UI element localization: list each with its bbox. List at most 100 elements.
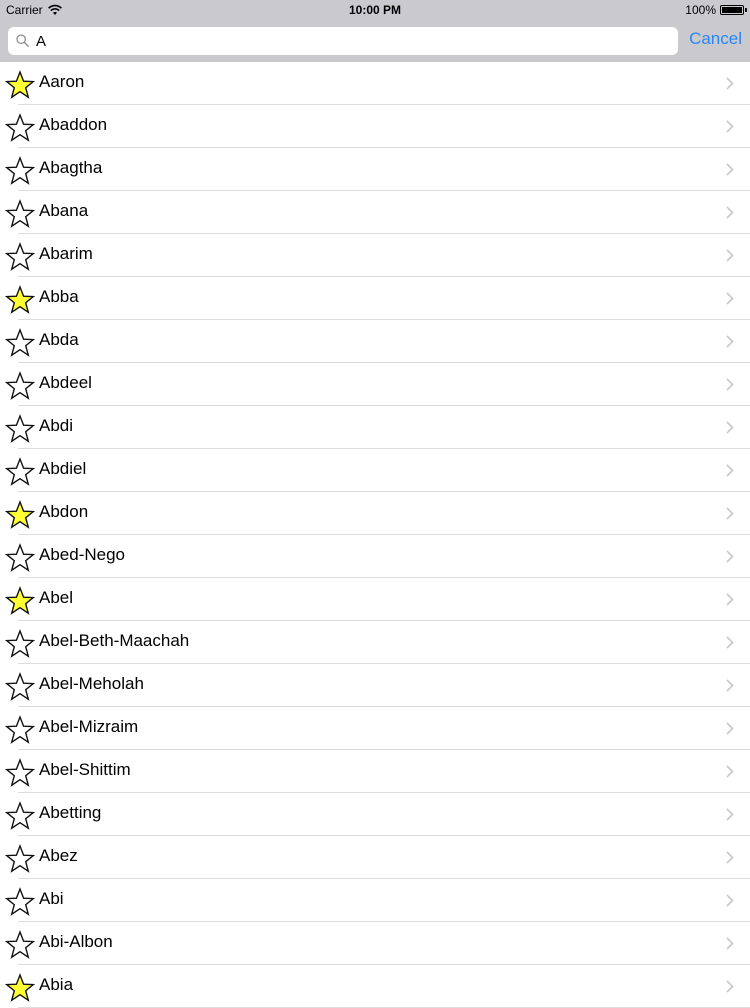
star-outline-icon[interactable] xyxy=(5,758,35,788)
chevron-right-icon xyxy=(726,378,734,391)
list-item[interactable]: Abdeel xyxy=(0,363,750,406)
chevron-right-icon xyxy=(726,335,734,348)
star-filled-icon[interactable] xyxy=(5,70,35,100)
list-item-label: Abba xyxy=(39,287,79,306)
search-header: Carrier 10:00 PM 100% Cancel xyxy=(0,0,750,62)
list-item-label: Abarim xyxy=(39,244,93,263)
star-outline-icon[interactable] xyxy=(5,371,35,401)
list-item[interactable]: Abetting xyxy=(0,793,750,836)
chevron-right-icon xyxy=(726,292,734,305)
list-item-label: Abi-Albon xyxy=(39,932,113,951)
star-outline-icon[interactable] xyxy=(5,457,35,487)
chevron-right-icon xyxy=(726,980,734,993)
star-outline-icon[interactable] xyxy=(5,801,35,831)
star-outline-icon[interactable] xyxy=(5,629,35,659)
list-item[interactable]: Abel-Meholah xyxy=(0,664,750,707)
list-item[interactable]: Abda xyxy=(0,320,750,363)
star-filled-icon[interactable] xyxy=(5,973,35,1003)
star-outline-icon[interactable] xyxy=(5,844,35,874)
status-bar: Carrier 10:00 PM 100% xyxy=(0,0,750,22)
list-item[interactable]: Abez xyxy=(0,836,750,879)
list-item[interactable]: Abel-Shittim xyxy=(0,750,750,793)
chevron-right-icon xyxy=(726,249,734,262)
chevron-right-icon xyxy=(726,120,734,133)
list-item-label: Abdiel xyxy=(39,459,87,478)
battery-icon xyxy=(720,5,747,15)
star-filled-icon[interactable] xyxy=(5,500,35,530)
status-time: 10:00 PM xyxy=(348,3,402,17)
chevron-right-icon xyxy=(726,679,734,692)
list-item-label: Abel-Meholah xyxy=(39,674,144,693)
star-outline-icon[interactable] xyxy=(5,199,35,229)
list-item[interactable]: Abba xyxy=(0,277,750,320)
list-item[interactable]: Abia xyxy=(0,965,750,1008)
search-input[interactable] xyxy=(36,30,666,52)
chevron-right-icon xyxy=(726,163,734,176)
list-item-label: Abaddon xyxy=(39,115,108,134)
star-outline-icon[interactable] xyxy=(5,715,35,745)
chevron-right-icon xyxy=(726,464,734,477)
chevron-right-icon xyxy=(726,636,734,649)
list-item-label: Abia xyxy=(39,975,74,994)
list-item-label: Abel-Mizraim xyxy=(39,717,139,736)
search-icon xyxy=(16,34,29,47)
star-outline-icon[interactable] xyxy=(5,887,35,917)
battery-level xyxy=(722,7,742,13)
star-outline-icon[interactable] xyxy=(5,414,35,444)
chevron-right-icon xyxy=(726,77,734,90)
status-right: 100% xyxy=(685,3,747,17)
star-filled-icon[interactable] xyxy=(5,285,35,315)
chevron-right-icon xyxy=(726,421,734,434)
star-outline-icon[interactable] xyxy=(5,543,35,573)
chevron-right-icon xyxy=(726,722,734,735)
name-list: Aaron Abaddon Abagtha Abana Abarim Abba Abda Ab… xyxy=(0,62,750,1008)
list-item[interactable]: Abi-Albon xyxy=(0,922,750,965)
list-item[interactable]: Abel-Mizraim xyxy=(0,707,750,750)
list-item-label: Abel-Shittim xyxy=(39,760,131,779)
list-item-label: Abel xyxy=(39,588,74,607)
battery-percent: 100% xyxy=(685,3,716,17)
search-row: Cancel xyxy=(8,27,742,55)
list-item[interactable]: Abi xyxy=(0,879,750,922)
list-item-label: Abetting xyxy=(39,803,102,822)
list-item-label: Abda xyxy=(39,330,79,349)
list-item-label: Abagtha xyxy=(39,158,103,177)
list-item[interactable]: Abaddon xyxy=(0,105,750,148)
chevron-right-icon xyxy=(726,507,734,520)
list-item-label: Abdi xyxy=(39,416,74,435)
list-item[interactable]: Abagtha xyxy=(0,148,750,191)
list-item-label: Aaron xyxy=(39,72,85,91)
list-item[interactable]: Abana xyxy=(0,191,750,234)
list-item[interactable]: Abdon xyxy=(0,492,750,535)
star-outline-icon[interactable] xyxy=(5,242,35,272)
list-item[interactable]: Abarim xyxy=(0,234,750,277)
list-item[interactable]: Abel-Beth-Maachah xyxy=(0,621,750,664)
cancel-button[interactable]: Cancel xyxy=(689,29,742,49)
star-filled-icon[interactable] xyxy=(5,586,35,616)
list-item-label: Abdon xyxy=(39,502,89,521)
chevron-right-icon xyxy=(726,765,734,778)
list-item-label: Abez xyxy=(39,846,78,865)
list-item-label: Abdeel xyxy=(39,373,92,392)
list-item-label: Abed-Nego xyxy=(39,545,126,564)
search-field[interactable] xyxy=(8,27,678,55)
star-outline-icon[interactable] xyxy=(5,672,35,702)
star-outline-icon[interactable] xyxy=(5,113,35,143)
list-item[interactable]: Aaron xyxy=(0,62,750,105)
list-item[interactable]: Abed-Nego xyxy=(0,535,750,578)
chevron-right-icon xyxy=(726,808,734,821)
list-item-label: Abana xyxy=(39,201,89,220)
star-outline-icon[interactable] xyxy=(5,930,35,960)
list-item-label: Abi xyxy=(39,889,64,908)
chevron-right-icon xyxy=(726,593,734,606)
list-item[interactable]: Abdi xyxy=(0,406,750,449)
chevron-right-icon xyxy=(726,206,734,219)
list-item-label: Abel-Beth-Maachah xyxy=(39,631,190,650)
list-item[interactable]: Abdiel xyxy=(0,449,750,492)
chevron-right-icon xyxy=(726,550,734,563)
star-outline-icon[interactable] xyxy=(5,328,35,358)
star-outline-icon[interactable] xyxy=(5,156,35,186)
chevron-right-icon xyxy=(726,851,734,864)
chevron-right-icon xyxy=(726,937,734,950)
list-item[interactable]: Abel xyxy=(0,578,750,621)
